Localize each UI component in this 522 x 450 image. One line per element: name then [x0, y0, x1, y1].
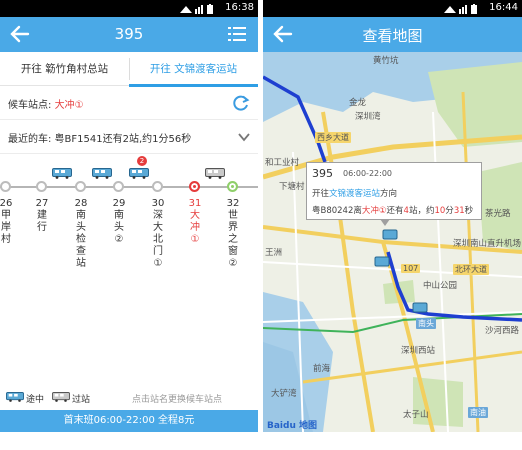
stop-label[interactable]: 32世界之窗② — [226, 198, 240, 270]
stop-label[interactable]: 30深大北门① — [151, 198, 165, 270]
stop-dot-current[interactable] — [189, 181, 200, 192]
popup-status-text: 秒 — [464, 206, 474, 216]
popup-direction-prefix: 开往 — [312, 189, 330, 199]
map-label: 金龙 — [349, 98, 367, 108]
stop-dot-next[interactable] — [227, 181, 238, 192]
stop-label[interactable]: 27建行 — [35, 198, 49, 234]
tab-direction-lezhujiao[interactable]: 开往 簕竹角村总站 — [0, 52, 129, 86]
map-label: 沙河西路 — [485, 326, 520, 336]
status-time: 16:38 — [225, 2, 254, 13]
route-stops: 2 26甲岸村 27建行 28南头检查站 29南头② 30深大北门① 31大冲①… — [0, 154, 258, 384]
stop-dot[interactable] — [36, 181, 47, 192]
schedule-footer: 首末班06:00-22:00 全程8元 — [0, 410, 258, 432]
map-road-label: 北环大道 — [453, 264, 489, 275]
bus-enroute-icon — [92, 168, 112, 179]
bus-info-popup[interactable]: 395 06:00-22:00 开往文锦渡客运站方向 粤B80242离大冲①还有… — [306, 162, 482, 220]
stop-dot[interactable] — [0, 181, 11, 192]
map-label: 太子山 — [403, 410, 429, 420]
popup-status-seconds: 31 — [453, 206, 465, 216]
chevron-down-icon[interactable] — [238, 132, 250, 142]
recent-bus-text: 最近的车: 粤BF1541还有2站,约1分56秒 — [8, 134, 192, 145]
title-bar: 395 — [0, 17, 258, 52]
bus-enroute-icon — [6, 392, 24, 402]
tab-label: 开往 文锦渡客运站 — [149, 63, 238, 75]
tab-label: 开往 簕竹角村总站 — [20, 63, 109, 75]
map-station-label: 南头 — [416, 318, 436, 329]
status-bar: 16:44 — [263, 0, 522, 17]
waiting-stop-row: 候车站点: 大冲① — [0, 86, 258, 120]
map-label: 前海 — [313, 364, 331, 374]
stop-dot[interactable] — [152, 181, 163, 192]
legend-enroute: 途中 — [26, 395, 45, 405]
bus-line-screen: 16:38 395 开往 簕竹角村总站 开往 文锦渡客运站 候车站点: 大冲① … — [0, 0, 258, 432]
bus-count-badge: 2 — [137, 156, 147, 166]
popup-status-text: 分 — [445, 206, 454, 216]
direction-tabs: 开往 簕竹角村总站 开往 文锦渡客运站 — [0, 52, 258, 87]
popup-status-text: 还有 — [386, 206, 404, 216]
route-map[interactable]: 黄竹坑 金龙 西乡大道 和工业村 下塘村 王洲 深圳南山直升机场 北环大道 中山… — [263, 52, 522, 432]
status-bar: 16:38 — [0, 0, 258, 17]
popup-bus-status: 粤B80242离大冲①还有4站，约10分31秒 — [312, 204, 473, 216]
map-road-label: 西乡大道 — [315, 132, 351, 143]
stop-label[interactable]: 26甲岸村 — [0, 198, 13, 246]
page-title: 395 — [114, 25, 144, 43]
stop-dot[interactable] — [113, 181, 124, 192]
popup-status-text: 站，约 — [408, 206, 435, 216]
waiting-stop-marker: ① — [74, 100, 84, 111]
popup-status-minutes: 10 — [434, 206, 446, 216]
popup-status-stop: 大冲 — [361, 206, 379, 216]
signal-battery-icon — [180, 4, 213, 14]
map-label: 和工业村 — [265, 158, 300, 168]
map-label: 王洲 — [265, 248, 283, 258]
waiting-stop-text: 候车站点: 大冲① — [8, 96, 84, 111]
bus-enroute-icon — [129, 168, 149, 179]
map-label: 深圳西站 — [401, 346, 436, 356]
map-screen: 16:44 查看地图 黄竹坑 金龙 西乡大道 和工业村 下塘村 王洲 深圳南山直… — [263, 0, 522, 432]
popup-line-number: 395 — [312, 167, 333, 180]
stop-label[interactable]: 29南头② — [112, 198, 126, 246]
popup-direction: 开往文锦渡客运站方向 — [312, 187, 397, 199]
map-label: 下塘村 — [279, 182, 305, 192]
map-label: 大铲湾 — [271, 389, 297, 399]
popup-direction-suffix: 方向 — [380, 189, 398, 199]
change-stop-hint: 点击站名更换候车站点 — [132, 395, 223, 405]
page-title: 查看地图 — [362, 27, 423, 45]
stop-dot[interactable] — [75, 181, 86, 192]
tab-direction-wenjindu[interactable]: 开往 文锦渡客运站 — [129, 52, 258, 87]
map-label: 深圳南山直升机场 — [453, 239, 522, 249]
recent-bus-row[interactable]: 最近的车: 粤BF1541还有2站,约1分56秒 — [0, 120, 258, 154]
map-road-label: 107 — [401, 264, 421, 273]
bus-arrived-icon — [52, 392, 70, 402]
popup-service-time: 06:00-22:00 — [343, 169, 392, 178]
signal-battery-icon — [444, 4, 477, 14]
waiting-stop-label: 候车站点: — [8, 100, 55, 111]
map-label: 深圳湾 — [355, 112, 381, 122]
waiting-stop-value: 大冲 — [54, 100, 75, 111]
popup-status-marker: ① — [378, 206, 387, 216]
map-label: 中山公园 — [423, 281, 458, 291]
legend-arrived: 过站 — [72, 395, 91, 405]
stop-label-current[interactable]: 31大冲① — [188, 198, 202, 246]
list-menu-icon[interactable] — [228, 26, 246, 42]
map-station-label: 南油 — [468, 407, 488, 418]
popup-pointer — [380, 219, 390, 226]
title-bar: 查看地图 — [263, 17, 522, 52]
stop-label[interactable]: 28南头检查站 — [74, 198, 88, 270]
popup-direction-target: 文锦渡客运站 — [329, 189, 381, 199]
refresh-icon[interactable] — [232, 94, 250, 112]
popup-status-prefix: 粤B80242离 — [312, 206, 362, 216]
status-time: 16:44 — [489, 2, 518, 13]
bus-enroute-icon — [52, 168, 72, 179]
map-provider-logo: Baidu 地图 — [267, 421, 318, 431]
bus-arrived-icon — [205, 168, 225, 179]
map-label: 茶光路 — [485, 209, 511, 219]
map-label: 黄竹坑 — [373, 56, 399, 66]
